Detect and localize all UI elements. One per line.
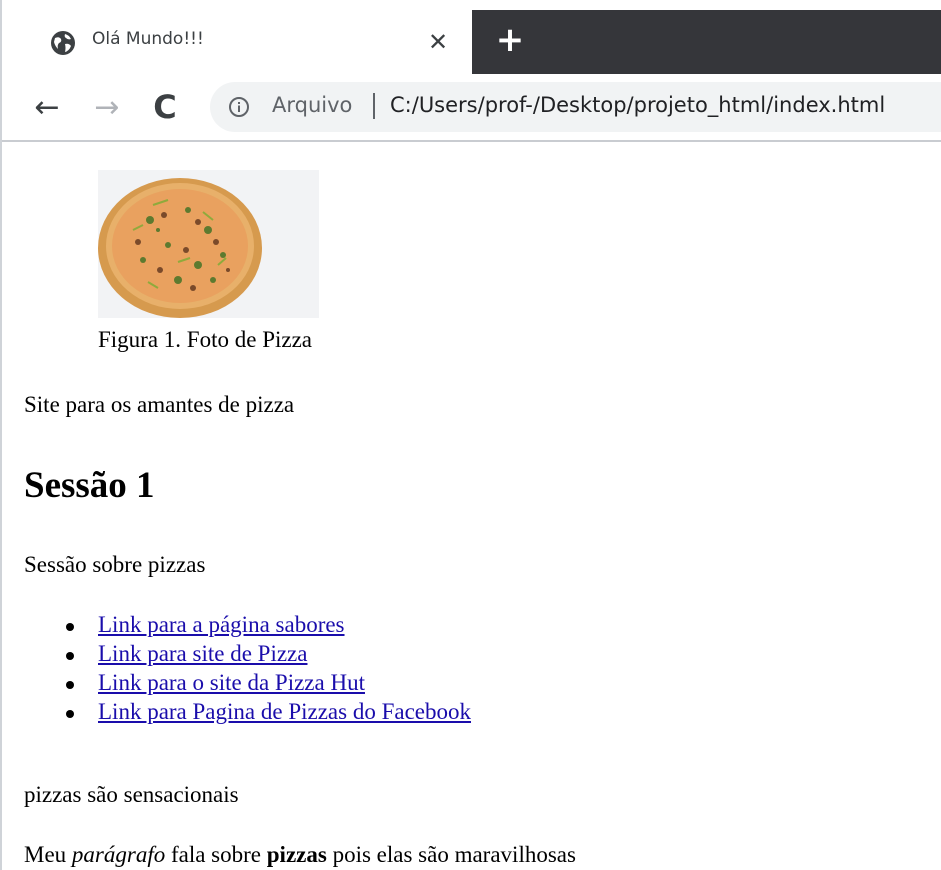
globe-icon — [51, 31, 75, 55]
section-heading: Sessão 1 — [24, 465, 155, 506]
link-site-pizza[interactable]: Link para site de Pizza — [98, 641, 307, 667]
address-bar[interactable]: Arquivo C:/Users/prof-/Desktop/projeto_h… — [210, 82, 941, 132]
paragraph-text-3: pois elas são maravilhosas — [326, 842, 576, 867]
browser-window: Olá Mundo!!! ✕ + ← → C Arquivo C:/Users/… — [0, 0, 941, 870]
tab-strip: Olá Mundo!!! ✕ + — [2, 0, 941, 76]
reload-icon[interactable]: C — [146, 88, 184, 126]
url-text[interactable]: C:/Users/prof-/Desktop/projeto_html/inde… — [390, 93, 885, 117]
close-tab-icon[interactable]: ✕ — [420, 24, 456, 60]
bullet-icon — [66, 710, 74, 718]
page-content: Figura 1. Foto de Pizza Site para os ama… — [2, 142, 941, 870]
bullet-icon — [66, 652, 74, 660]
info-icon[interactable] — [228, 96, 250, 118]
tab-ola-mundo[interactable]: Olá Mundo!!! ✕ — [14, 10, 472, 76]
link-sabores[interactable]: Link para a página sabores — [98, 612, 345, 638]
paragraph-text-2: fala sobre — [165, 842, 267, 867]
link-pizza-hut[interactable]: Link para o site da Pizza Hut — [98, 670, 365, 696]
tab-title: Olá Mundo!!! — [92, 29, 204, 49]
browser-toolbar: ← → C Arquivo C:/Users/prof-/Desktop/pro… — [2, 74, 941, 140]
pizzas-paragraph: pizzas são sensacionais — [24, 782, 239, 807]
pizza-photo — [98, 170, 319, 318]
paragraph-strong: pizzas — [266, 842, 327, 867]
new-tab-button[interactable]: + — [490, 20, 530, 60]
section-paragraph: Sessão sobre pizzas — [24, 552, 206, 577]
figure-caption: Figura 1. Foto de Pizza — [98, 327, 312, 352]
paragraph-emphasis: parágrafo — [71, 842, 166, 867]
back-arrow-icon[interactable]: ← — [28, 88, 66, 126]
link-facebook[interactable]: Link para Pagina de Pizzas do Facebook — [98, 699, 471, 725]
scheme-label: Arquivo — [272, 93, 353, 117]
description-paragraph: Meu parágrafo fala sobre pizzas pois ela… — [24, 842, 576, 868]
address-divider — [373, 93, 375, 119]
bullet-icon — [66, 623, 74, 631]
forward-arrow-icon[interactable]: → — [88, 88, 126, 126]
bullet-icon — [66, 681, 74, 689]
tab-strip-background — [472, 10, 941, 74]
paragraph-text-1: Meu — [24, 842, 72, 867]
intro-paragraph: Site para os amantes de pizza — [24, 392, 295, 417]
